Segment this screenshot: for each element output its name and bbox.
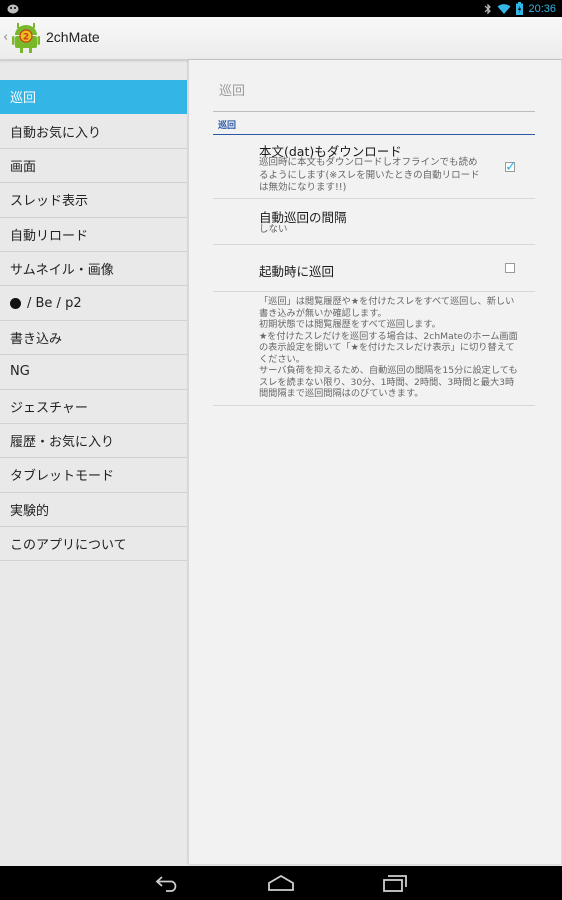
sidebar-item-auto-reload[interactable]: 自動リロード	[0, 218, 187, 252]
pref-patrol-at-startup[interactable]: 起動時に巡回	[213, 245, 535, 292]
sidebar-item-label: 書き込み	[10, 331, 63, 347]
sidebar-item-label: 巡回	[10, 91, 37, 107]
wifi-icon	[497, 3, 511, 14]
sidebar-item-be-p2[interactable]: / Be / p2	[0, 286, 187, 321]
settings-sidebar: 巡回 自動お気に入り 画面 スレッド表示 自動リロード サムネイル・画像 / B…	[0, 80, 187, 866]
sidebar-item-label: このアプリについて	[10, 538, 127, 554]
bullet-icon	[10, 297, 21, 309]
sidebar-item-tablet-mode[interactable]: タブレットモード	[0, 458, 187, 493]
sidebar-item-experimental[interactable]: 実験的	[0, 493, 187, 528]
sidebar-item-label: 自動お気に入り	[10, 125, 102, 141]
sidebar-item-label: スレッド表示	[10, 194, 89, 210]
sidebar-item-posting[interactable]: 書き込み	[0, 321, 187, 356]
pref-title: 起動時に巡回	[259, 264, 335, 279]
sidebar-item-label: 画面	[10, 159, 37, 175]
status-time: 20:36	[528, 2, 556, 15]
sidebar-item-label: ジェスチャー	[10, 400, 88, 416]
sidebar-item-about[interactable]: このアプリについて	[0, 527, 187, 562]
help-line: 初期状態では閲覧履歴をすべて巡回します。	[259, 319, 441, 330]
sidebar-item-thread-display[interactable]: スレッド表示	[0, 183, 187, 218]
pref-summary: しない	[259, 224, 288, 235]
sidebar-item-label: タブレットモード	[10, 469, 115, 485]
app-root: 20:36 ‹ 2 2chMate 巡回 自動お気に入り 画面 スレッド表示 自…	[0, 0, 562, 900]
sidebar-item-label: サムネイル・画像	[10, 263, 114, 279]
sidebar-item-label: 履歴・お気に入り	[10, 435, 115, 451]
patrol-at-startup-checkbox[interactable]	[505, 263, 515, 273]
sidebar-item-gesture[interactable]: ジェスチャー	[0, 390, 187, 424]
sidebar-item-label: 実験的	[10, 503, 50, 519]
up-caret-icon[interactable]: ‹	[3, 30, 8, 45]
sidebar-item-history-favorites[interactable]: 履歴・お気に入り	[0, 424, 187, 459]
page-title: 巡回	[219, 84, 246, 99]
sidebar-item-label: NG	[10, 364, 30, 380]
bluetooth-icon	[485, 3, 492, 14]
pref-download-dat[interactable]: 本文(dat)もダウンロード 巡回時に本文もダウンロードしオフラインでも読めるよ…	[213, 135, 535, 199]
status-icons: 20:36	[484, 1, 556, 16]
section-header: 巡回	[218, 121, 237, 131]
settings-panel: 巡回 巡回 本文(dat)もダウンロード 巡回時に本文もダウンロードしオフライン…	[188, 60, 561, 864]
app-icon[interactable]: 2	[12, 21, 40, 53]
battery-icon	[516, 2, 524, 15]
help-line: サーバ負荷を抑えるため、自動巡回の間隔を15分に設定してもスレを読まない限り、3…	[259, 365, 518, 399]
back-icon[interactable]	[154, 874, 180, 892]
android-notification-icon	[7, 4, 19, 14]
help-line: 「巡回」は閲覧履歴や★を付けたスレをすべて巡回し、新しい書き込みが無いか確認しま…	[259, 296, 515, 319]
sidebar-item-auto-favorites[interactable]: 自動お気に入り	[0, 114, 187, 149]
title-divider	[213, 111, 535, 112]
app-title: 2chMate	[46, 29, 100, 45]
home-icon[interactable]	[267, 874, 295, 892]
navigation-bar	[0, 866, 562, 900]
sidebar-item-thumbnail-image[interactable]: サムネイル・画像	[0, 252, 187, 287]
help-text: 「巡回」は閲覧履歴や★を付けたスレをすべて巡回し、新しい書き込みが無いか確認しま…	[213, 292, 535, 406]
sidebar-item-screen[interactable]: 画面	[0, 149, 187, 184]
help-line: ★を付けたスレだけを巡回する場合は、2chMateのホーム画面の表示設定を開いて…	[259, 330, 518, 365]
sidebar-item-junkai[interactable]: 巡回	[0, 80, 187, 115]
sidebar-item-ng[interactable]: NG	[0, 355, 187, 390]
download-dat-checkbox[interactable]: ✓	[505, 159, 517, 175]
status-bar: 20:36	[0, 0, 562, 17]
sidebar-item-label: / Be / p2	[27, 295, 82, 311]
pref-summary: 巡回時に本文もダウンロードしオフラインでも読めるようにします(※スレを開いたとき…	[259, 157, 480, 193]
sidebar-item-label: 自動リロード	[10, 228, 89, 244]
recent-apps-icon[interactable]	[382, 874, 408, 892]
svg-text:2: 2	[23, 33, 29, 43]
action-bar: ‹ 2 2chMate	[0, 17, 562, 60]
pref-auto-patrol-interval[interactable]: 自動巡回の間隔 しない	[213, 199, 535, 245]
checkmark-icon: ✓	[505, 159, 517, 175]
